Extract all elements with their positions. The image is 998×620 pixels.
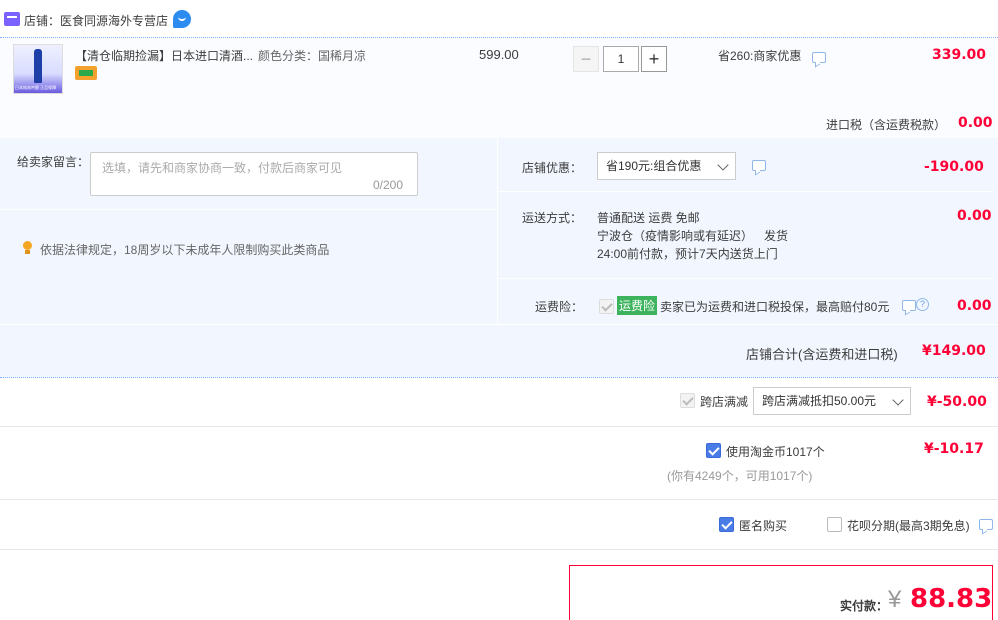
tax-value: 0.00	[958, 115, 993, 131]
insurance-text: 卖家已为运费和进口税投保，最高赔付80元	[660, 300, 890, 314]
shop-total-value: ¥149.00	[922, 343, 986, 359]
anonymous-checkbox[interactable]	[719, 517, 734, 532]
payment-label: 实付款：	[840, 599, 889, 613]
tax-label: 进口税（含运费税款）	[826, 118, 947, 132]
quantity-input[interactable]: 1	[603, 46, 639, 72]
question-icon[interactable]: ?	[916, 298, 929, 311]
chevron-down-icon	[892, 394, 904, 406]
shop-discount-selected: 省190元:组合优惠	[606, 159, 702, 173]
shop-label: 店铺：	[24, 14, 61, 28]
shipping-label: 运送方式：	[522, 211, 583, 225]
huabei-info-icon[interactable]	[979, 519, 993, 530]
shop-discount-label: 店铺优惠：	[522, 161, 583, 175]
cross-shop-selected: 跨店满减抵扣50.00元	[762, 394, 877, 408]
coins-checkbox[interactable]	[706, 443, 721, 458]
insurance-checkbox	[599, 299, 614, 314]
item-row: 日本纯米吟酿 正品保障 【清仓临期捡漏】日本进口清酒... 颜色分类： 国稀月凉…	[0, 38, 998, 138]
thumb-caption: 日本纯米吟酿 正品保障	[15, 85, 57, 90]
message-field[interactable]: 选填，请先和商家协商一致，付款后商家可见 0/200	[90, 152, 418, 196]
product-thumbnail[interactable]: 日本纯米吟酿 正品保障	[13, 44, 63, 94]
unit-price: 599.00	[479, 47, 519, 62]
shop-total-label: 店铺合计(含运费和进口税)	[746, 347, 898, 362]
chevron-down-icon	[717, 159, 729, 171]
coins-value: ¥-10.17	[924, 441, 984, 457]
message-label: 给卖家留言：	[17, 155, 90, 169]
shipping-warehouse: 宁波仓（疫情影响或有延迟）	[597, 229, 754, 243]
payment-currency: ¥	[888, 586, 902, 613]
shop-discount-value: -190.00	[924, 159, 984, 175]
payment-amount: 88.83	[910, 584, 993, 614]
message-placeholder: 选填，请先和商家协商一致，付款后商家可见	[102, 161, 343, 175]
divider	[0, 549, 998, 550]
insurance-chat-icon[interactable]	[902, 300, 916, 311]
cross-shop-select[interactable]: 跨店满减抵扣50.00元	[753, 387, 911, 415]
divider	[0, 499, 998, 500]
sku-label: 颜色分类：	[258, 49, 319, 63]
shop-name[interactable]: 医食同源海外专营店	[60, 12, 168, 29]
huabei-checkbox[interactable]	[827, 517, 842, 532]
column-divider	[497, 138, 498, 324]
left-divider	[0, 209, 497, 210]
sku-value: 国稀月凉	[318, 49, 367, 63]
right-divider-2	[498, 278, 993, 279]
item-discount-text: 省260:商家优惠	[718, 49, 802, 63]
shop-discount-select[interactable]: 省190元:组合优惠	[597, 152, 736, 180]
cross-shop-value: ¥-50.00	[927, 394, 987, 410]
payment-box: 实付款： ¥ 88.83	[569, 565, 993, 620]
bottle-shape	[34, 49, 42, 83]
message-counter: 0/200	[373, 178, 404, 192]
insurance-badge: 运费险	[617, 296, 658, 315]
shop-header: 店铺： 医食同源海外专营店	[0, 0, 998, 38]
credit-card-icon	[75, 66, 97, 80]
shipping-method: 普通配送 运费 免邮	[597, 211, 700, 225]
quantity-decrease-button[interactable]: −	[573, 46, 599, 72]
coins-label: 使用淘金币1017个	[726, 445, 825, 459]
coins-sub: (你有4249个，可用1017个)	[667, 469, 813, 483]
shipping-eta: 24:00前付款，预计7天内送货上门	[597, 247, 778, 261]
shop-total-divider	[0, 324, 998, 325]
order-details-panel: 给卖家留言： 选填，请先和商家协商一致，付款后商家可见 0/200 依据法律规定…	[0, 138, 998, 378]
anonymous-label[interactable]: 匿名购买	[739, 517, 787, 534]
shipping-dispatch: 发货	[764, 229, 789, 243]
shipping-value: 0.00	[957, 208, 992, 224]
shop-discount-info-icon[interactable]	[752, 160, 766, 171]
insurance-value: 0.00	[957, 298, 992, 314]
huabei-label[interactable]: 花呗分期(最高3期免息)	[847, 517, 970, 534]
quantity-increase-button[interactable]: +	[641, 46, 667, 72]
product-title[interactable]: 【清仓临期捡漏】日本进口清酒...	[75, 47, 253, 64]
right-divider-1	[498, 191, 993, 192]
age-notice: 依据法律规定，18周岁以下未成年人限制购买此类商品	[40, 243, 330, 257]
discount-info-icon[interactable]	[812, 52, 826, 63]
shop-icon	[4, 12, 20, 26]
wangwang-chat-icon[interactable]	[173, 10, 191, 28]
cross-shop-label: 跨店满减	[700, 395, 749, 409]
cross-shop-checkbox	[680, 393, 695, 408]
divider	[0, 426, 998, 427]
item-subtotal: 339.00	[932, 47, 987, 63]
insurance-label: 运费险：	[535, 300, 584, 314]
lightbulb-icon	[23, 241, 32, 255]
